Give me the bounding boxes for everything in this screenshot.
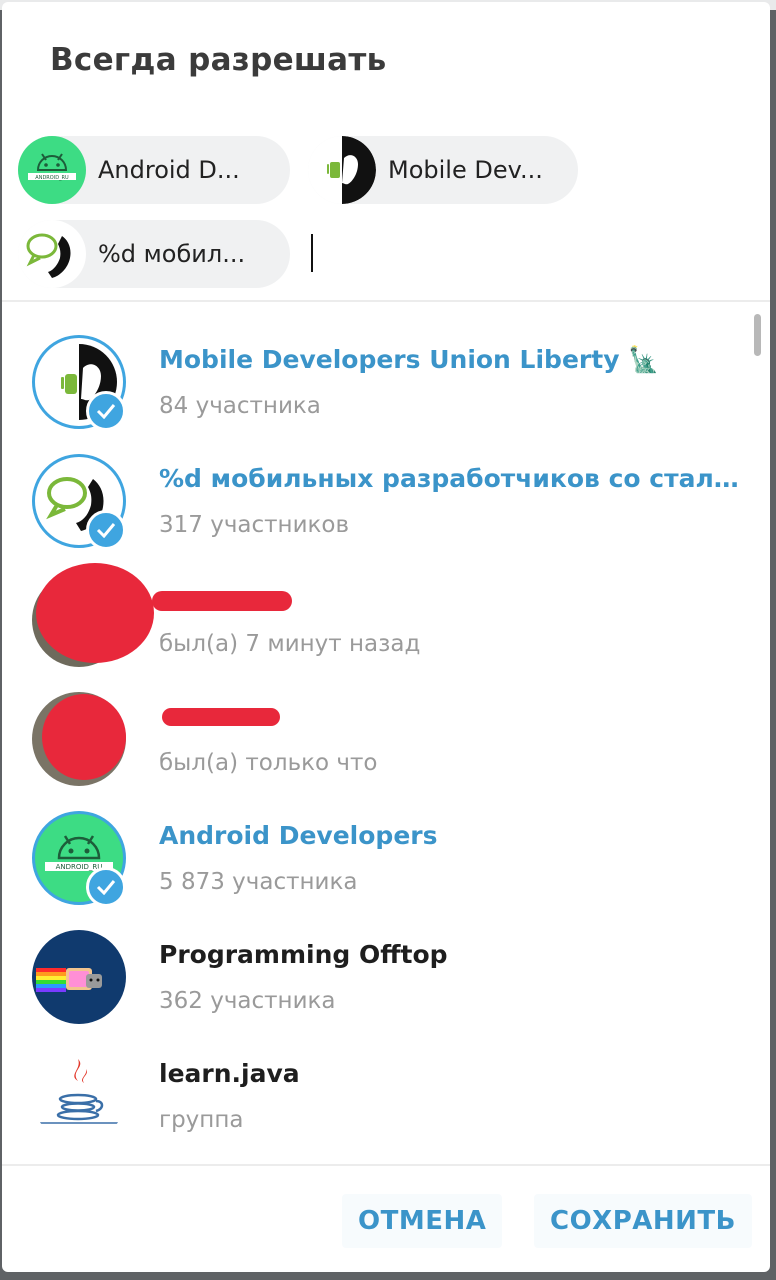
redaction-mark (162, 708, 280, 726)
chat-status: был(а) 7 минут назад (159, 631, 421, 657)
chat-status: 362 участника (159, 988, 336, 1014)
svg-text:ANDROID_RU: ANDROID_RU (35, 175, 69, 181)
selected-chip-android[interactable]: ANDROID_RU Android D... (18, 136, 290, 204)
java-logo-avatar (32, 1049, 126, 1143)
chat-name: Programming Offtop (159, 940, 448, 969)
selected-chip-mobile-ru[interactable]: %d мобил... (18, 220, 290, 288)
nyan-cat-avatar (32, 930, 126, 1024)
privacy-exceptions-dialog: Всегда разрешать ANDROID_RU Android D... (2, 2, 770, 1272)
list-item[interactable]: Mobile Developers Union Liberty 🗽 84 уча… (2, 307, 742, 431)
chat-name: Mobile Developers Union Liberty 🗽 (159, 345, 660, 374)
chat-name: %d мобильных разработчиков со сталь... (159, 464, 739, 493)
statue-of-liberty-emoji: 🗽 (628, 345, 660, 374)
list-item[interactable]: learn.java группа (2, 1021, 742, 1143)
chip-label: Mobile Dev... (388, 156, 543, 184)
verified-badge-icon (86, 391, 126, 431)
chat-status: был(а) только что (159, 750, 378, 776)
list-scrollbar[interactable] (754, 314, 761, 356)
android-ru-icon: ANDROID_RU (18, 136, 86, 204)
search-input-caret[interactable] (311, 234, 313, 272)
verified-badge-icon (86, 867, 126, 907)
selected-chip-mobile-dev[interactable]: Mobile Dev... (308, 136, 578, 204)
chat-status: 317 участников (159, 512, 350, 538)
chat-name: Android Developers (159, 821, 438, 850)
chip-label: Android D... (98, 156, 240, 184)
list-item[interactable]: %d мобильных разработчиков со сталь... 3… (2, 426, 742, 550)
list-item[interactable]: был(а) только что (2, 664, 742, 786)
footer-divider (2, 1164, 770, 1166)
chat-status: группа (159, 1107, 244, 1133)
save-button[interactable]: СОХРАНИТЬ (534, 1194, 752, 1248)
redaction-mark (42, 694, 126, 780)
chat-status: 84 участника (159, 393, 321, 419)
chat-phone-icon (18, 220, 86, 288)
chat-name: learn.java (159, 1059, 300, 1088)
verified-badge-icon (86, 510, 126, 550)
chip-label: %d мобил... (98, 240, 246, 268)
dialog-title: Всегда разрешать (50, 42, 387, 78)
chat-list: Mobile Developers Union Liberty 🗽 84 уча… (2, 307, 770, 1162)
list-item[interactable]: был(а) 7 минут назад (2, 545, 742, 667)
redaction-mark (36, 563, 154, 663)
redaction-mark (152, 591, 292, 611)
mobile-developers-icon (308, 136, 376, 204)
list-item[interactable]: Programming Offtop 362 участника (2, 902, 742, 1024)
cancel-button[interactable]: ОТМЕНА (342, 1194, 503, 1248)
chat-status: 5 873 участника (159, 869, 358, 895)
header-divider (2, 300, 770, 302)
list-item[interactable]: ANDROID_RU Android Developers 5 873 учас… (2, 783, 742, 907)
